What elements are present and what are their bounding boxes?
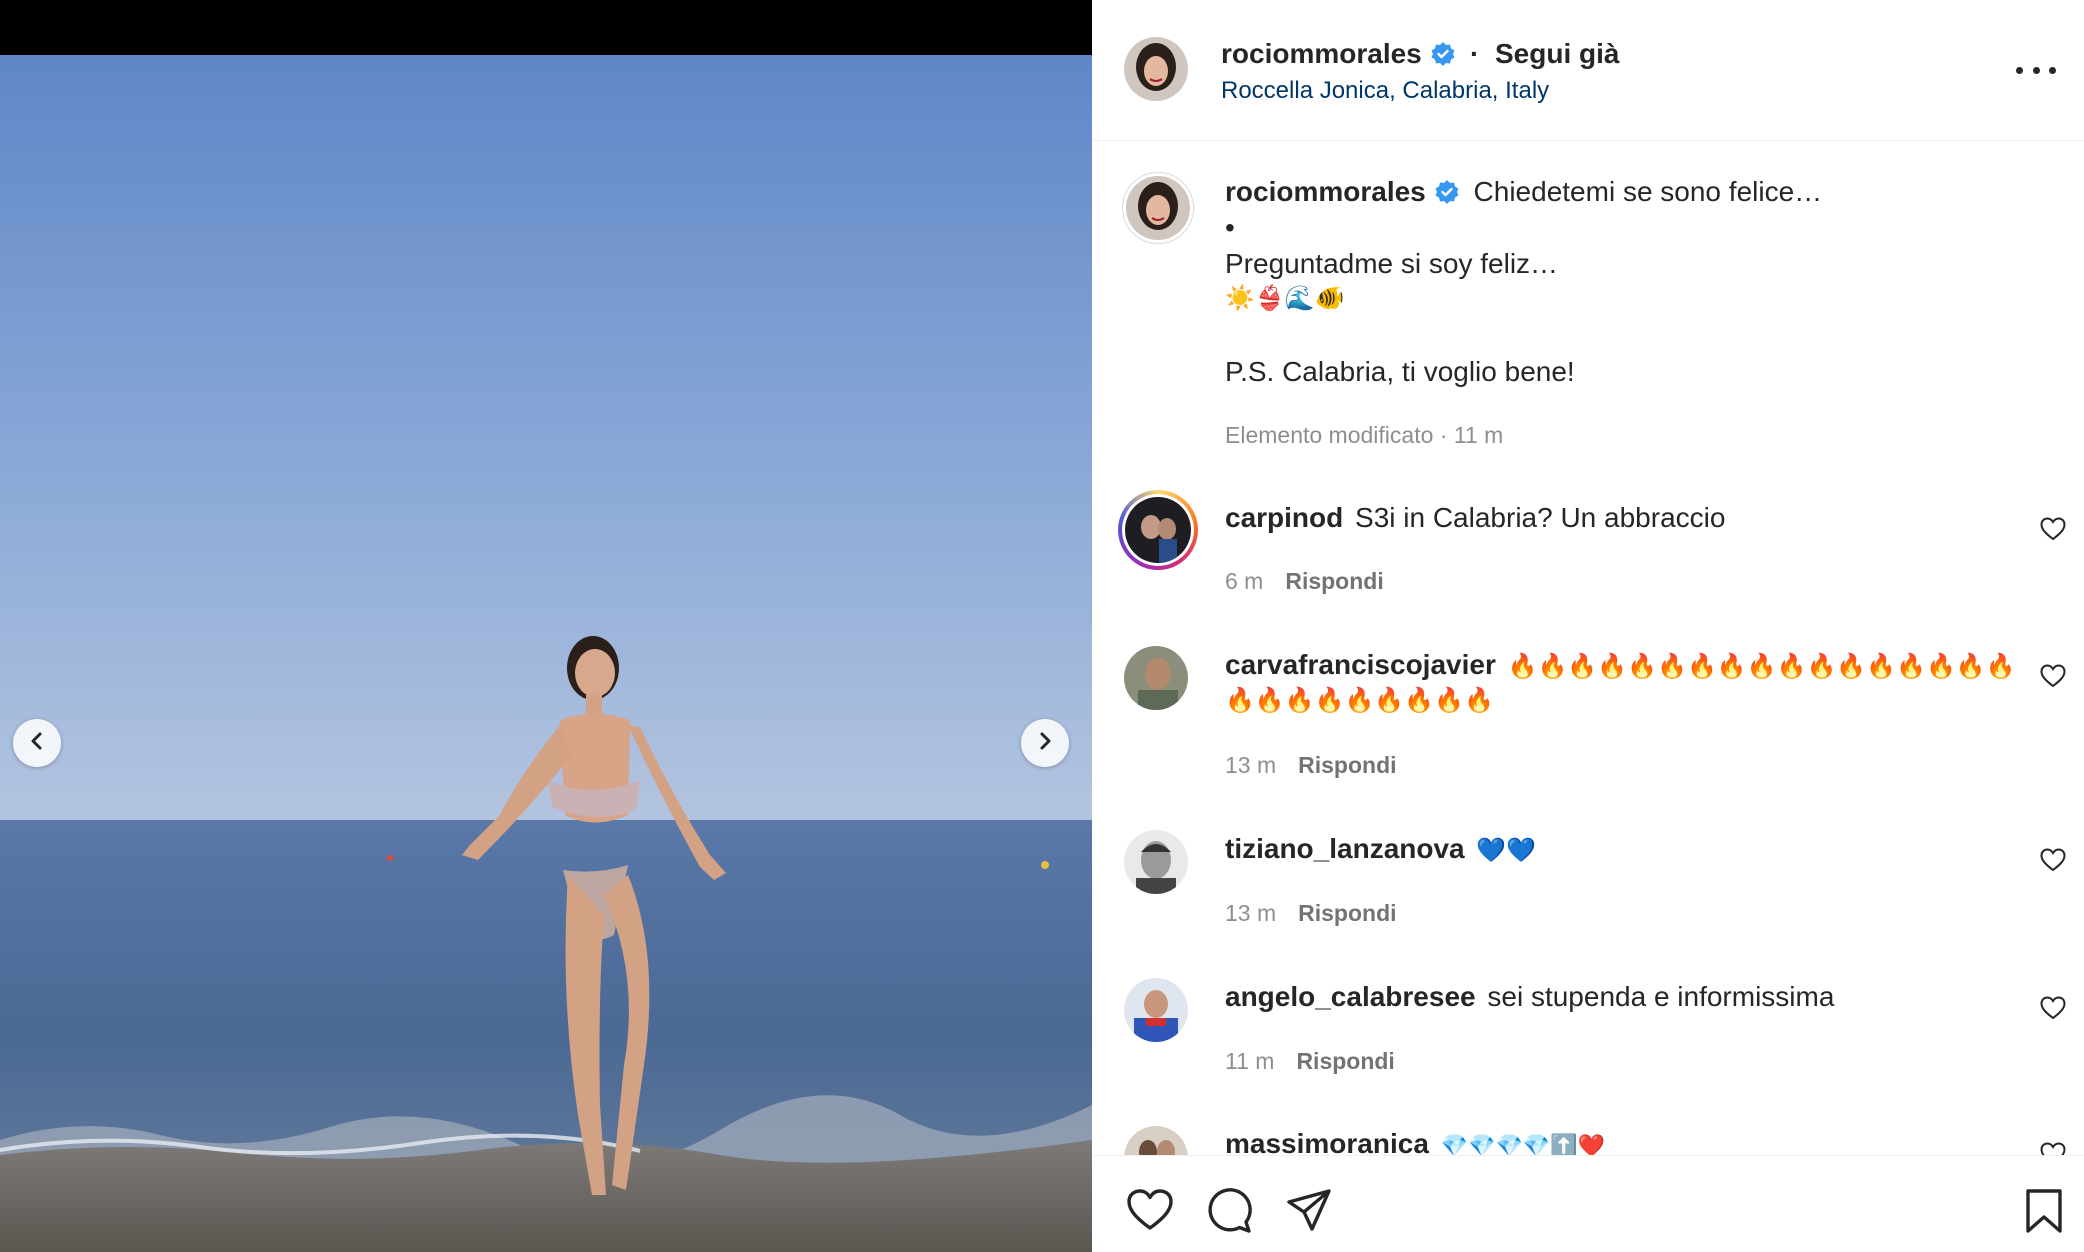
caption-emoji-line: ☀️👙🌊🐠 — [1225, 285, 1345, 312]
comment-time[interactable]: 13 m — [1225, 752, 1276, 778]
post-media — [0, 0, 1092, 1252]
caption-meta: Elemento modificato · 11 m — [1225, 422, 1503, 449]
comment-text: sei stupenda e informissima — [1487, 981, 1835, 1012]
comment-time[interactable]: 6 m — [1225, 568, 1263, 594]
comment-body: massimoranica 💎💎💎💎⬆️❤️ — [1225, 1128, 1605, 1155]
comment-text-continued: 🔥🔥🔥🔥🔥🔥🔥🔥🔥 — [1225, 687, 1494, 714]
heart-icon[interactable] — [2040, 1142, 2066, 1155]
bookmark-icon[interactable] — [2024, 1188, 2064, 1239]
caption-username[interactable]: rociommorales — [1225, 176, 1426, 207]
comment-text: 💙💙 — [1476, 837, 1537, 864]
previous-photo-button[interactable] — [13, 719, 61, 767]
chevron-right-icon — [1035, 731, 1055, 756]
comment-meta: 6 m Rispondi — [1225, 568, 1384, 595]
heart-icon[interactable] — [2040, 848, 2066, 872]
post-location-link[interactable]: Roccella Jonica, Calabria, Italy — [1221, 77, 1549, 105]
comments-list[interactable]: rociommorales Chiedetemi se sono felice…… — [1092, 142, 2084, 1155]
caption-text-line1: Chiedetemi se sono felice… — [1473, 176, 1823, 207]
comment-time[interactable]: 11 m — [1225, 1048, 1274, 1074]
reply-button[interactable]: Rispondi — [1285, 568, 1383, 594]
caption-author-avatar[interactable] — [1122, 172, 1194, 244]
verified-badge-icon — [1434, 179, 1460, 212]
comment-username[interactable]: massimoranica — [1225, 1128, 1429, 1155]
caption-ps-line: P.S. Calabria, ti voglio bene! — [1225, 356, 1575, 387]
meta-separator: · — [1439, 422, 1454, 448]
heart-icon[interactable] — [2040, 517, 2066, 541]
author-username[interactable]: rociommorales — [1221, 38, 1456, 74]
caption-text-line2: Preguntadme si soy feliz… — [1225, 248, 1559, 279]
verified-badge-icon — [1430, 41, 1456, 74]
comment-text: S3i in Calabria? Un abbraccio — [1355, 502, 1726, 533]
post-side-panel: rociommorales · Segui già Roccella Jonic… — [1092, 0, 2084, 1252]
comment-meta: 11 m Rispondi — [1225, 1048, 1395, 1075]
following-status-button[interactable]: Segui già — [1495, 38, 1619, 70]
comment-icon[interactable] — [1206, 1188, 1252, 1239]
comment-body: angelo_calabresee sei stupenda e informi… — [1225, 981, 1834, 1013]
comment-avatar-story-ring[interactable] — [1118, 490, 1198, 570]
caption-dot: • — [1225, 212, 1235, 243]
comment-username[interactable]: angelo_calabresee — [1225, 981, 1476, 1012]
next-photo-button[interactable] — [1021, 719, 1069, 767]
heart-icon[interactable] — [1126, 1188, 1174, 1237]
reply-button[interactable]: Rispondi — [1298, 900, 1396, 926]
share-icon[interactable] — [1286, 1188, 1332, 1237]
edited-label: Elemento modificato — [1225, 422, 1434, 448]
comment-username[interactable]: tiziano_lanzanova — [1225, 833, 1465, 864]
comment-meta: 13 m Rispondi — [1225, 752, 1397, 779]
comment-text: 💎💎💎💎⬆️❤️ — [1440, 1133, 1606, 1155]
comment-text: 🔥🔥🔥🔥🔥🔥🔥🔥🔥🔥🔥🔥🔥🔥🔥🔥🔥 — [1507, 653, 2016, 680]
reply-button[interactable]: Rispondi — [1298, 752, 1396, 778]
commenter-avatar[interactable] — [1124, 646, 1188, 710]
caption-first-line: rociommorales Chiedetemi se sono felice… — [1225, 176, 1822, 212]
post-header: rociommorales · Segui già Roccella Jonic… — [1092, 0, 2084, 141]
author-avatar[interactable] — [1124, 37, 1188, 101]
comment-username[interactable]: carpinod — [1225, 502, 1343, 533]
commenter-avatar[interactable] — [1124, 978, 1188, 1042]
more-options-icon[interactable] — [2016, 55, 2056, 85]
comment-body: tiziano_lanzanova 💙💙 — [1225, 833, 1536, 865]
reply-button[interactable]: Rispondi — [1296, 1048, 1394, 1074]
commenter-avatar[interactable] — [1124, 1126, 1188, 1155]
commenter-avatar — [1125, 497, 1191, 563]
comment-meta: 13 m Rispondi — [1225, 900, 1397, 927]
edited-time[interactable]: 11 m — [1454, 422, 1503, 448]
separator-dot: · — [1470, 38, 1480, 69]
comment-time[interactable]: 13 m — [1225, 900, 1276, 926]
comment-username[interactable]: carvafranciscojavier — [1225, 649, 1496, 680]
heart-icon[interactable] — [2040, 664, 2066, 688]
heart-icon[interactable] — [2040, 996, 2066, 1020]
chevron-left-icon — [27, 731, 47, 756]
commenter-avatar[interactable] — [1124, 830, 1188, 894]
comment-body: carpinod S3i in Calabria? Un abbraccio — [1225, 502, 1725, 534]
post-photo[interactable] — [0, 55, 1092, 1252]
comment-body: carvafranciscojavier 🔥🔥🔥🔥🔥🔥🔥🔥🔥🔥🔥🔥🔥🔥🔥🔥🔥 — [1225, 649, 2016, 681]
